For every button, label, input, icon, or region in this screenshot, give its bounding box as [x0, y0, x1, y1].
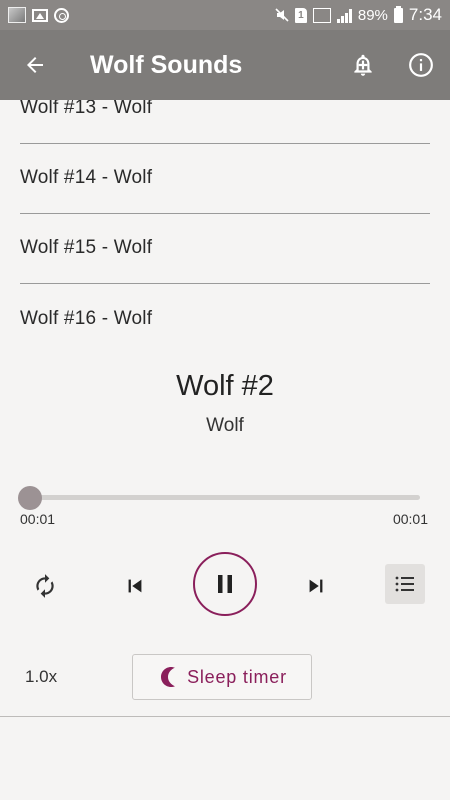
playback-speed-button[interactable]: 1.0x	[25, 667, 57, 687]
status-bar: 1 89% 7:34	[0, 0, 450, 30]
repeat-icon	[36, 574, 54, 598]
list-item-label: Wolf #15 - Wolf	[20, 237, 153, 258]
sync-icon	[54, 7, 69, 23]
previous-button[interactable]	[115, 566, 155, 606]
status-indicators: 1 89% 7:34	[275, 5, 442, 25]
total-duration: 00:01	[392, 511, 428, 527]
page-title: Wolf Sounds	[90, 50, 243, 79]
queue-list-icon	[395, 576, 414, 592]
status-notifications	[8, 7, 69, 23]
battery-icon	[393, 5, 403, 23]
seek-bar[interactable]	[30, 495, 420, 500]
list-item[interactable]: Wolf #13 - Wolf	[20, 100, 430, 144]
seek-thumb[interactable]	[18, 486, 42, 510]
sleep-timer-label: Sleep timer	[187, 666, 287, 687]
divider	[0, 716, 450, 717]
now-playing-title: Wolf #2	[176, 370, 274, 402]
sim-icon: 1	[294, 7, 307, 23]
mute-icon	[275, 8, 289, 22]
signal-bars-icon	[336, 8, 352, 23]
play-pause-button[interactable]	[193, 552, 257, 616]
moon-icon	[161, 667, 175, 687]
sound-list: Wolf #13 - Wolf Wolf #14 - Wolf Wolf #15…	[0, 100, 450, 352]
add-alarm-button[interactable]	[334, 30, 392, 100]
elapsed-time: 00:01	[20, 511, 56, 527]
arrow-left-icon	[27, 57, 43, 73]
app-thumbnail-icon	[8, 7, 26, 23]
pause-icon	[218, 575, 232, 593]
clock: 7:34	[408, 5, 442, 24]
list-item-label: Wolf #16 - Wolf	[20, 308, 153, 329]
battery-percent: 89%	[357, 6, 388, 24]
alarm-add-icon	[354, 54, 372, 76]
info-icon	[409, 53, 433, 77]
list-item-label: Wolf #14 - Wolf	[20, 167, 153, 188]
skip-previous-icon	[128, 579, 142, 593]
list-item[interactable]: Wolf #15 - Wolf	[20, 214, 430, 284]
sleep-timer-button[interactable]: Sleep timer	[132, 654, 312, 700]
list-item-label: Wolf #13 - Wolf	[20, 100, 153, 118]
skip-next-icon	[309, 579, 323, 593]
app-bar: Wolf Sounds	[0, 30, 450, 100]
list-item[interactable]: Wolf #14 - Wolf	[20, 144, 430, 214]
list-item[interactable]: Wolf #16 - Wolf	[20, 284, 430, 352]
signal-box-icon	[312, 7, 331, 23]
back-button[interactable]	[0, 30, 70, 100]
queue-button[interactable]	[385, 564, 425, 604]
info-button[interactable]	[392, 30, 450, 100]
now-playing-subtitle: Wolf	[206, 415, 244, 436]
repeat-button[interactable]	[25, 566, 65, 606]
image-icon	[32, 8, 48, 22]
next-button[interactable]	[296, 566, 336, 606]
